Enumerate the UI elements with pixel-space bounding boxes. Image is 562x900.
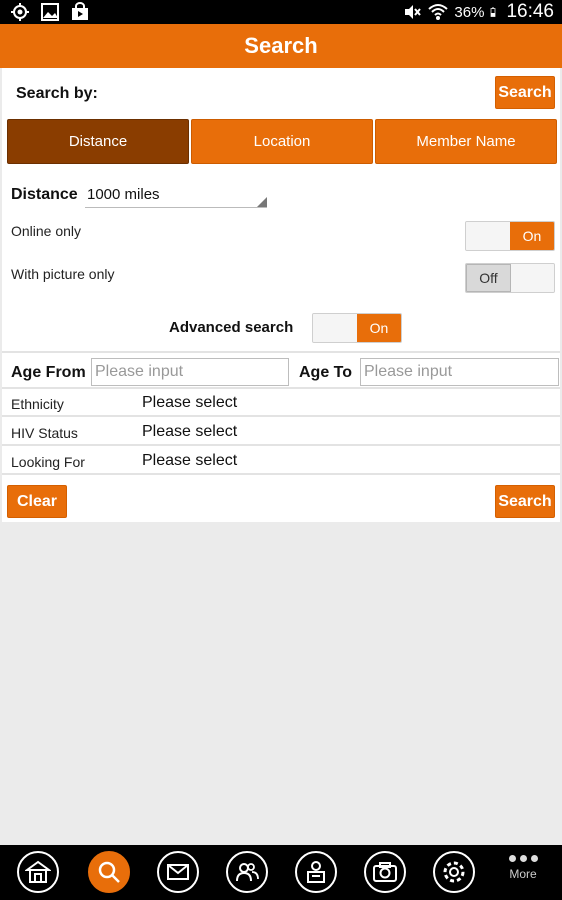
- status-bar: 36% 16:46: [0, 0, 562, 24]
- dropdown-triangle-icon: [257, 197, 267, 207]
- search-icon: [98, 861, 120, 883]
- nav-home[interactable]: [17, 851, 59, 893]
- age-to-input[interactable]: Please input: [360, 358, 559, 386]
- title-bar: Search: [0, 24, 562, 68]
- search-panel: Search by: Search Distance Location Memb…: [2, 68, 560, 522]
- looking-for-label: Looking For: [11, 454, 85, 470]
- divider: [2, 473, 560, 475]
- distance-select[interactable]: 1000 miles: [85, 182, 267, 208]
- divider: [2, 351, 560, 353]
- hiv-status-select[interactable]: Please select: [142, 423, 237, 441]
- online-only-label: Online only: [11, 223, 82, 239]
- online-only-toggle[interactable]: On: [465, 221, 555, 251]
- looking-for-select[interactable]: Please select: [142, 452, 237, 470]
- more-icon: [502, 855, 544, 862]
- search-by-label: Search by:: [16, 85, 98, 102]
- age-from-label: Age From: [11, 364, 86, 381]
- friends-icon: [236, 863, 259, 882]
- settings-icon: [443, 861, 465, 883]
- battery-percent: 36%: [454, 3, 485, 21]
- clear-button[interactable]: Clear: [7, 485, 67, 518]
- more-label: More: [509, 867, 537, 881]
- hiv-status-label: HIV Status: [11, 425, 78, 441]
- age-to-label: Age To: [299, 364, 353, 381]
- page-title: Search: [244, 33, 318, 58]
- toggle-on-side: On: [357, 314, 401, 342]
- nav-profile[interactable]: [295, 851, 337, 893]
- bottom-nav: More: [0, 845, 562, 900]
- search-by-tabs: Distance Location Member Name: [7, 119, 557, 164]
- distance-value: 1000 miles: [87, 186, 160, 203]
- toggle-off-side: Off: [466, 264, 511, 292]
- store-icon: [72, 2, 88, 20]
- nav-camera[interactable]: [364, 851, 406, 893]
- gps-icon: [11, 3, 29, 21]
- toggle-off-side: [313, 314, 357, 342]
- nav-settings[interactable]: [433, 851, 475, 893]
- clock: 16:46: [506, 1, 554, 22]
- toggle-off-side: [466, 222, 510, 250]
- tab-member-name[interactable]: Member Name: [375, 119, 557, 164]
- tab-location[interactable]: Location: [191, 119, 373, 164]
- tab-distance[interactable]: Distance: [7, 119, 189, 164]
- camera-icon: [373, 862, 397, 882]
- age-from-input[interactable]: Please input: [91, 358, 289, 386]
- with-picture-toggle[interactable]: Off: [465, 263, 555, 293]
- mute-icon: [405, 5, 422, 19]
- profile-icon: [307, 861, 325, 883]
- battery-icon: [491, 7, 496, 17]
- mail-icon: [167, 864, 189, 880]
- divider: [2, 415, 560, 417]
- nav-mail[interactable]: [157, 851, 199, 893]
- age-to-placeholder: Please input: [364, 363, 453, 380]
- advanced-search-label: Advanced search: [169, 319, 294, 336]
- divider: [2, 444, 560, 446]
- advanced-search-toggle[interactable]: On: [312, 313, 402, 343]
- ethnicity-label: Ethnicity: [11, 396, 64, 412]
- wifi-icon: [428, 4, 449, 20]
- nav-search[interactable]: [88, 851, 130, 893]
- age-from-placeholder: Please input: [95, 363, 184, 380]
- nav-more[interactable]: More: [502, 855, 544, 895]
- image-icon: [41, 3, 59, 21]
- home-icon: [25, 860, 51, 883]
- ethnicity-select[interactable]: Please select: [142, 394, 237, 412]
- nav-friends[interactable]: [226, 851, 268, 893]
- bottom-search-button[interactable]: Search: [495, 485, 555, 518]
- toggle-on-side: On: [510, 222, 554, 250]
- toggle-on-side: [511, 264, 554, 292]
- with-picture-label: With picture only: [11, 266, 115, 282]
- divider: [2, 387, 560, 389]
- distance-label: Distance: [11, 186, 78, 203]
- top-search-button[interactable]: Search: [495, 76, 555, 109]
